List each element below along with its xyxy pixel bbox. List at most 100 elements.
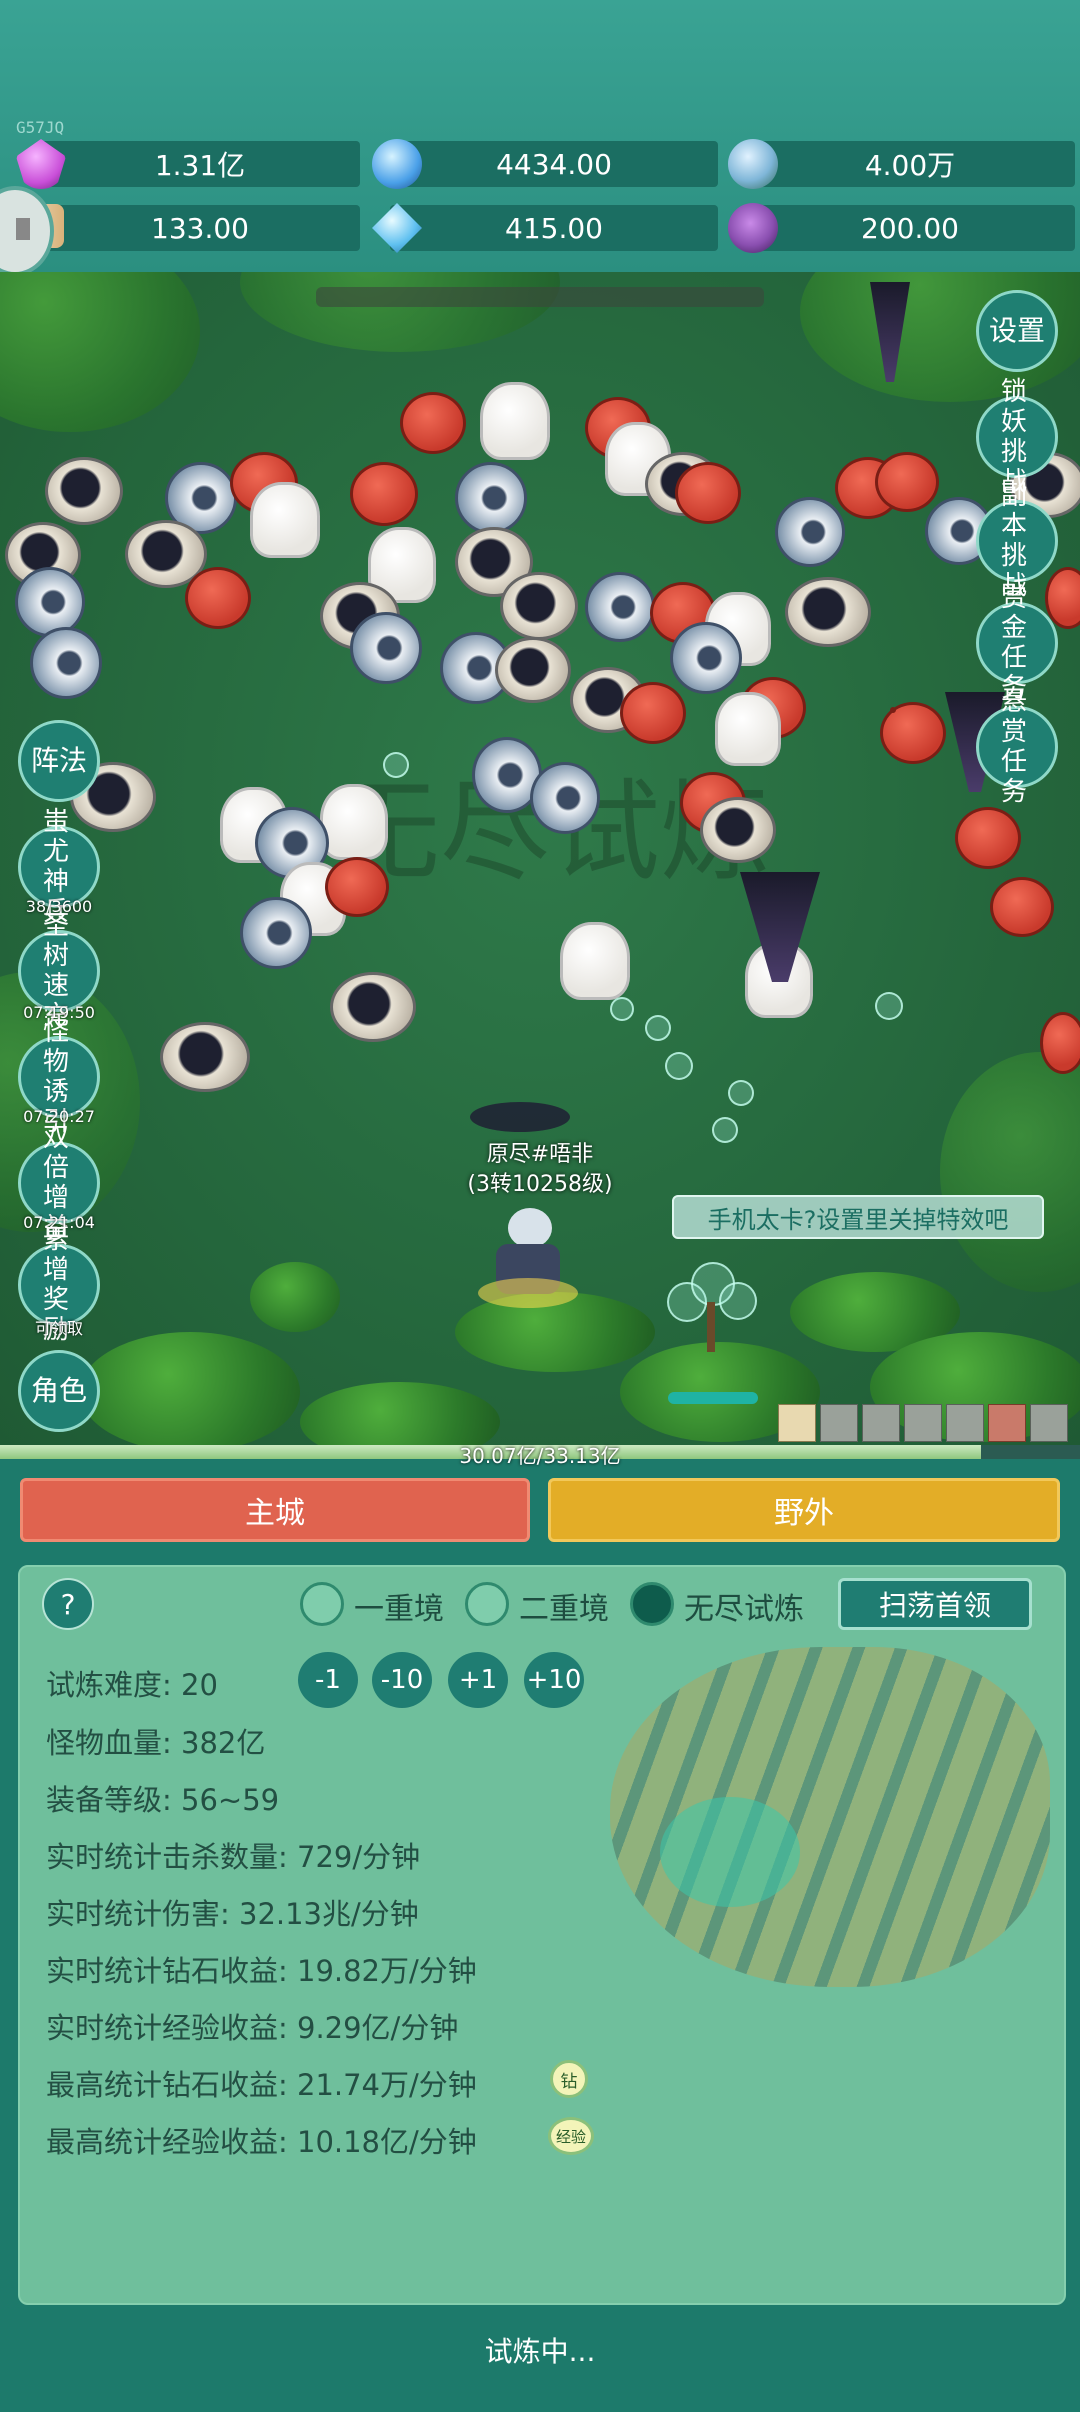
- skill-slot-icon[interactable]: [988, 1404, 1026, 1442]
- pet-bar: [668, 1392, 758, 1404]
- monster: [785, 577, 871, 647]
- experience-text: 30.07亿/33.13亿: [459, 1444, 621, 1468]
- hero-head: [508, 1208, 552, 1248]
- bubble: [665, 1052, 693, 1080]
- player-name: 原尽#唔非: [486, 1142, 594, 1167]
- monster: [715, 692, 781, 766]
- bubble: [875, 992, 903, 1020]
- monster: [240, 897, 312, 969]
- monster: [990, 877, 1054, 937]
- monster: [495, 637, 571, 703]
- chiyou-weapon-button[interactable]: 蚩尤神兵: [18, 807, 100, 927]
- minus-10-label: -10: [380, 1665, 424, 1695]
- mode-radio-2[interactable]: [465, 1582, 509, 1626]
- difficulty-plus-10-button[interactable]: +10: [524, 1652, 584, 1708]
- player-level: (3转10258级): [467, 1172, 613, 1197]
- purple-pouch-icon: [728, 203, 778, 253]
- settings-button[interactable]: 设置: [976, 290, 1058, 372]
- monster: [620, 682, 686, 744]
- stat-diamond-rate: 实时统计钻石收益: 19.82万/分钟: [46, 1954, 477, 1988]
- skill-slot-icon[interactable]: [778, 1404, 816, 1442]
- skill-slot-icon[interactable]: [946, 1404, 984, 1442]
- monster: [30, 627, 102, 699]
- monster: [325, 857, 389, 917]
- resource-diamonds: 1.31亿: [40, 141, 360, 187]
- tab-main-city[interactable]: 主城: [20, 1478, 530, 1542]
- bounty-quest-label: 赏金任务: [1000, 583, 1033, 703]
- performance-tip: 手机太卡?设置里关掉特效吧: [672, 1195, 1044, 1239]
- reward-quest-label: 悬赏任务: [1000, 687, 1033, 807]
- bubble: [645, 1015, 671, 1041]
- bubble: [712, 1117, 738, 1143]
- cumulative-reward-button[interactable]: 累增奖励: [18, 1225, 100, 1345]
- tab-main-city-label: 主城: [245, 1496, 305, 1531]
- sweep-boss-button[interactable]: 扫荡首领: [838, 1578, 1032, 1630]
- reward-quest-button[interactable]: 悬赏任务: [976, 687, 1058, 807]
- stat-kill-rate: 实时统计击杀数量: 729/分钟: [46, 1840, 421, 1874]
- monster: [530, 762, 600, 834]
- monster: [670, 622, 742, 694]
- difficulty-minus-1-button[interactable]: -1: [298, 1652, 358, 1708]
- tree-trunk: [707, 1302, 715, 1352]
- monster: [350, 462, 418, 526]
- monster: [500, 572, 578, 640]
- speaker-icon: [16, 218, 30, 240]
- stat-exp-rate: 实时统计经验收益: 9.29亿/分钟: [46, 2011, 459, 2045]
- double-boost-button[interactable]: 双倍增益: [18, 1123, 100, 1243]
- skill-slot-icon[interactable]: [820, 1404, 858, 1442]
- difficulty-plus-1-button[interactable]: +1: [448, 1652, 508, 1708]
- stat-monster-hp: 怪物血量: 382亿: [46, 1726, 266, 1760]
- monster: [45, 457, 123, 525]
- monster: [480, 382, 550, 460]
- cumulative-reward-status: 可领取: [34, 1319, 83, 1338]
- mode-label-3: 无尽试炼: [684, 1592, 804, 1627]
- monster-lure-button[interactable]: 怪物诱引: [18, 1017, 100, 1137]
- bush: [250, 1262, 340, 1332]
- monster: [250, 482, 320, 558]
- stat-trial-difficulty: 试炼难度: 20: [46, 1668, 218, 1702]
- monster: [890, 707, 896, 713]
- tab-wild-label: 野外: [774, 1496, 834, 1531]
- monster: [400, 392, 466, 454]
- stat-equipment-level: 装备等级: 56~59: [46, 1783, 280, 1817]
- resource-scroll: 133.00: [40, 205, 360, 251]
- monster: [775, 497, 845, 567]
- demon-lock-label: 锁妖挑战: [1000, 377, 1033, 497]
- stat-max-diamond-rate: 最高统计钻石收益: 21.74万/分钟: [46, 2068, 477, 2102]
- mode-label-1: 一重境: [354, 1592, 444, 1627]
- skill-slots: [778, 1404, 1070, 1442]
- demon-lock-challenge-button[interactable]: 锁妖挑战: [976, 377, 1058, 497]
- difficulty-minus-10-button[interactable]: -10: [372, 1652, 432, 1708]
- bubble: [728, 1080, 754, 1106]
- stat-max-exp-rate: 最高统计经验收益: 10.18亿/分钟: [46, 2125, 477, 2159]
- monster: [15, 567, 85, 637]
- tiger-mouth-glow: [660, 1797, 800, 1907]
- tab-wild[interactable]: 野外: [548, 1478, 1060, 1542]
- mode-radio-1[interactable]: [300, 1582, 344, 1626]
- resource-crystal: 415.00: [390, 205, 718, 251]
- trial-status: 试炼中...: [484, 2335, 596, 2368]
- dungeon-challenge-button[interactable]: 副本挑战: [976, 481, 1058, 601]
- monster: [875, 452, 939, 512]
- monster: [675, 462, 741, 524]
- help-button[interactable]: ?: [42, 1578, 94, 1630]
- monster: [560, 922, 630, 1000]
- character-label: 角色: [30, 1374, 87, 1407]
- holy-tree-recharge-button[interactable]: 圣树速充: [18, 911, 100, 1031]
- monster: [160, 1022, 250, 1092]
- skill-slot-icon[interactable]: [1030, 1404, 1068, 1442]
- skill-slot-icon[interactable]: [904, 1404, 942, 1442]
- formation-button[interactable]: 阵法: [18, 720, 100, 802]
- bounty-quest-button[interactable]: 赏金任务: [976, 583, 1058, 703]
- mode-label-2: 二重境: [519, 1592, 609, 1627]
- resource-orbs: 4434.00: [390, 141, 718, 187]
- resource-globe: 4.00万: [745, 141, 1075, 187]
- character-button[interactable]: 角色: [18, 1350, 100, 1432]
- skill-slot-icon[interactable]: [862, 1404, 900, 1442]
- bubble: [383, 752, 409, 778]
- mode-radio-3[interactable]: [630, 1582, 674, 1626]
- sweep-boss-label: 扫荡首领: [878, 1589, 991, 1622]
- monster: [330, 972, 416, 1042]
- bush: [940, 1052, 1080, 1292]
- help-icon: ?: [60, 1587, 76, 1621]
